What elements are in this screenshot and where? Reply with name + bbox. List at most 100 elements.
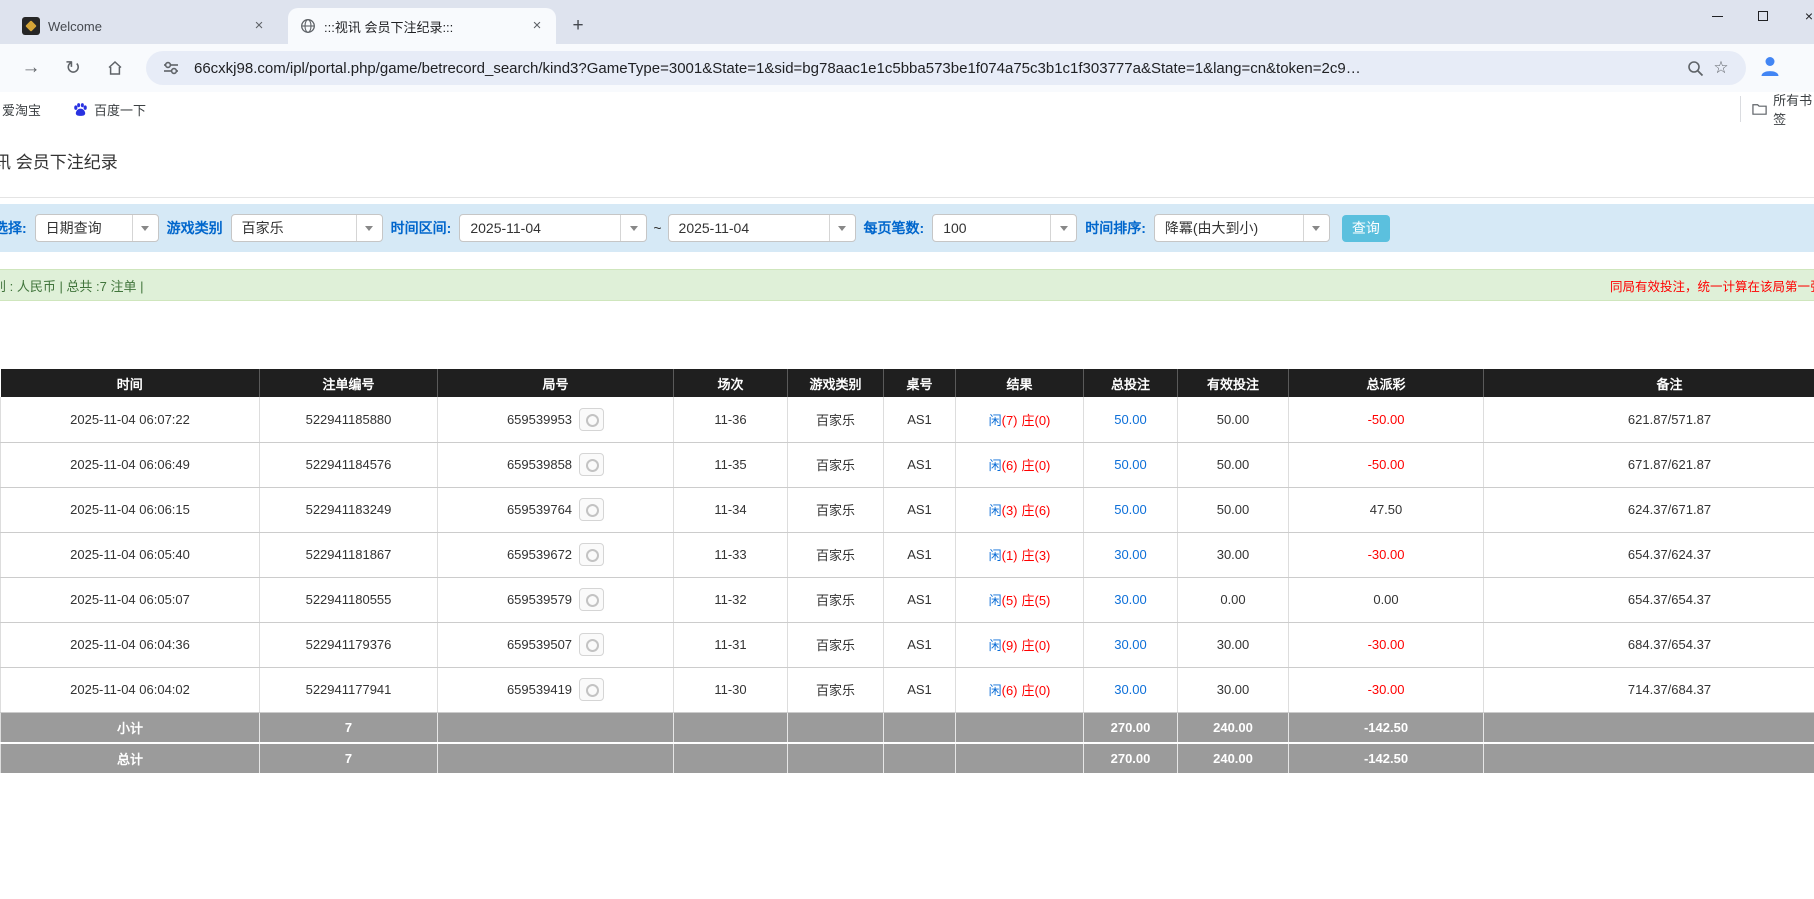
remark: 654.37/624.37 <box>1483 532 1814 578</box>
video-replay-icon[interactable] <box>579 543 605 566</box>
session: 11-33 <box>673 532 788 578</box>
table-number: AS1 <box>883 667 956 713</box>
date-from-input[interactable]: 2025-11-04 <box>459 214 648 242</box>
round-cell: 659539579 <box>437 577 674 623</box>
bet-time: 2025-11-04 06:04:02 <box>0 667 260 713</box>
col-payout: 总派彩 <box>1288 369 1484 397</box>
total-bet-link[interactable]: 30.00 <box>1083 532 1178 578</box>
game-type-select[interactable]: 百家乐 <box>230 214 383 242</box>
table-number: AS1 <box>883 532 956 578</box>
bookmark-baidu[interactable]: 百度一下 <box>73 100 146 119</box>
total-bet-link[interactable]: 30.00 <box>1083 622 1178 668</box>
valid-bet: 30.00 <box>1177 667 1289 713</box>
col-bet-id: 注单编号 <box>259 369 438 397</box>
maximize-icon[interactable] <box>1740 0 1786 32</box>
page-size-select[interactable]: 100 <box>932 214 1078 242</box>
tab-title: Welcome <box>48 18 102 34</box>
table-number: AS1 <box>883 397 956 443</box>
total-bet-link[interactable]: 50.00 <box>1083 442 1178 488</box>
session: 11-31 <box>673 622 788 668</box>
total-bet-link[interactable]: 30.00 <box>1083 667 1178 713</box>
round-number: 659539672 <box>506 547 573 562</box>
round-cell: 659539419 <box>437 667 674 713</box>
round-cell: 659539953 <box>437 397 674 443</box>
zoom-icon[interactable] <box>1682 60 1708 77</box>
round-number: 659539858 <box>506 457 573 472</box>
new-tab-button[interactable]: + <box>564 12 592 40</box>
select-mode-label: 选择: <box>0 220 27 236</box>
result-cell: 闲(3) 庄(6) <box>955 487 1084 533</box>
total-bet-link[interactable]: 30.00 <box>1083 577 1178 623</box>
bet-time: 2025-11-04 06:04:36 <box>0 622 260 668</box>
payout: -50.00 <box>1288 397 1484 443</box>
home-icon[interactable] <box>98 51 132 85</box>
browser-toolbar: → ↻ 66cxkj98.com/ipl/portal.php/game/bet… <box>0 44 1814 92</box>
game-type: 百家乐 <box>787 622 884 668</box>
sort-order-label: 时间排序: <box>1085 220 1146 236</box>
table-row: 2025-11-04 06:06:15 522941183249 6595397… <box>0 487 1814 533</box>
payout: -30.00 <box>1288 667 1484 713</box>
video-replay-icon[interactable] <box>579 633 605 656</box>
game-type: 百家乐 <box>787 442 884 488</box>
result-cell: 闲(5) 庄(5) <box>955 577 1084 623</box>
url-text[interactable]: 66cxkj98.com/ipl/portal.php/game/betreco… <box>194 60 1682 77</box>
col-valid-bet: 有效投注 <box>1177 369 1289 397</box>
tab-bet-records[interactable]: :::视讯 会员下注纪录::: × <box>288 8 556 44</box>
col-table-no: 桌号 <box>883 369 956 397</box>
star-icon[interactable]: ☆ <box>1708 58 1734 78</box>
valid-bet: 50.00 <box>1177 442 1289 488</box>
bet-time: 2025-11-04 06:06:15 <box>0 487 260 533</box>
address-bar[interactable]: 66cxkj98.com/ipl/portal.php/game/betreco… <box>146 51 1746 85</box>
table-number: AS1 <box>883 622 956 668</box>
valid-bet: 50.00 <box>1177 397 1289 443</box>
video-replay-icon[interactable] <box>579 678 605 701</box>
video-replay-icon[interactable] <box>579 498 605 521</box>
globe-icon <box>301 19 315 33</box>
window-close-icon[interactable]: × <box>1786 0 1814 32</box>
video-replay-icon[interactable] <box>579 453 605 476</box>
all-bookmarks-button[interactable]: 所有书签 <box>1752 90 1814 128</box>
valid-bet: 30.00 <box>1177 622 1289 668</box>
chevron-down-icon <box>1050 215 1076 241</box>
col-remark: 备注 <box>1483 369 1814 397</box>
profile-avatar-icon[interactable] <box>1758 54 1782 83</box>
remark: 684.37/654.37 <box>1483 622 1814 668</box>
valid-bet: 0.00 <box>1177 577 1289 623</box>
tune-icon[interactable] <box>158 60 184 76</box>
total-row: 总计 7 270.00 240.00 -142.50 <box>0 743 1814 775</box>
payout: 0.00 <box>1288 577 1484 623</box>
total-bet-link[interactable]: 50.00 <box>1083 487 1178 533</box>
game-type: 百家乐 <box>787 667 884 713</box>
video-replay-icon[interactable] <box>579 588 605 611</box>
date-to-input[interactable]: 2025-11-04 <box>667 214 856 242</box>
video-replay-icon[interactable] <box>579 407 605 431</box>
valid-bet: 50.00 <box>1177 487 1289 533</box>
round-cell: 659539858 <box>437 442 674 488</box>
query-mode-select[interactable]: 日期查询 <box>34 214 159 242</box>
bet-id: 522941177941 <box>259 667 438 713</box>
baidu-icon <box>74 102 87 116</box>
tab-welcome[interactable]: Welcome × <box>10 8 278 44</box>
game-type: 百家乐 <box>787 397 884 443</box>
currency-total-text: 币别 : 人民币 | 总共 :7 注单 | <box>0 278 144 294</box>
tab-close-icon[interactable]: × <box>250 17 268 35</box>
remark: 714.37/684.37 <box>1483 667 1814 713</box>
tab-close-icon[interactable]: × <box>528 17 546 35</box>
bookmark-aitaobao[interactable]: 爱淘宝 <box>2 100 41 119</box>
bet-id: 522941180555 <box>259 577 438 623</box>
round-cell: 659539764 <box>437 487 674 533</box>
chevron-down-icon <box>1302 215 1329 241</box>
round-number: 659539953 <box>506 411 573 427</box>
minimize-icon[interactable] <box>1694 0 1740 32</box>
total-bet-link[interactable]: 50.00 <box>1083 397 1178 443</box>
reload-icon[interactable]: ↻ <box>56 51 90 85</box>
payout: 47.50 <box>1288 487 1484 533</box>
session: 11-36 <box>673 397 788 443</box>
col-result: 结果 <box>955 369 1084 397</box>
game-type-label: 游戏类别 <box>166 220 223 236</box>
table-row: 2025-11-04 06:06:49 522941184576 6595398… <box>0 442 1814 488</box>
sort-order-select[interactable]: 降冪(由大到小) <box>1153 214 1330 242</box>
search-button[interactable]: 查询 <box>1341 214 1390 242</box>
forward-icon[interactable]: → <box>14 51 48 85</box>
time-range-label: 时间区间: <box>390 220 452 236</box>
